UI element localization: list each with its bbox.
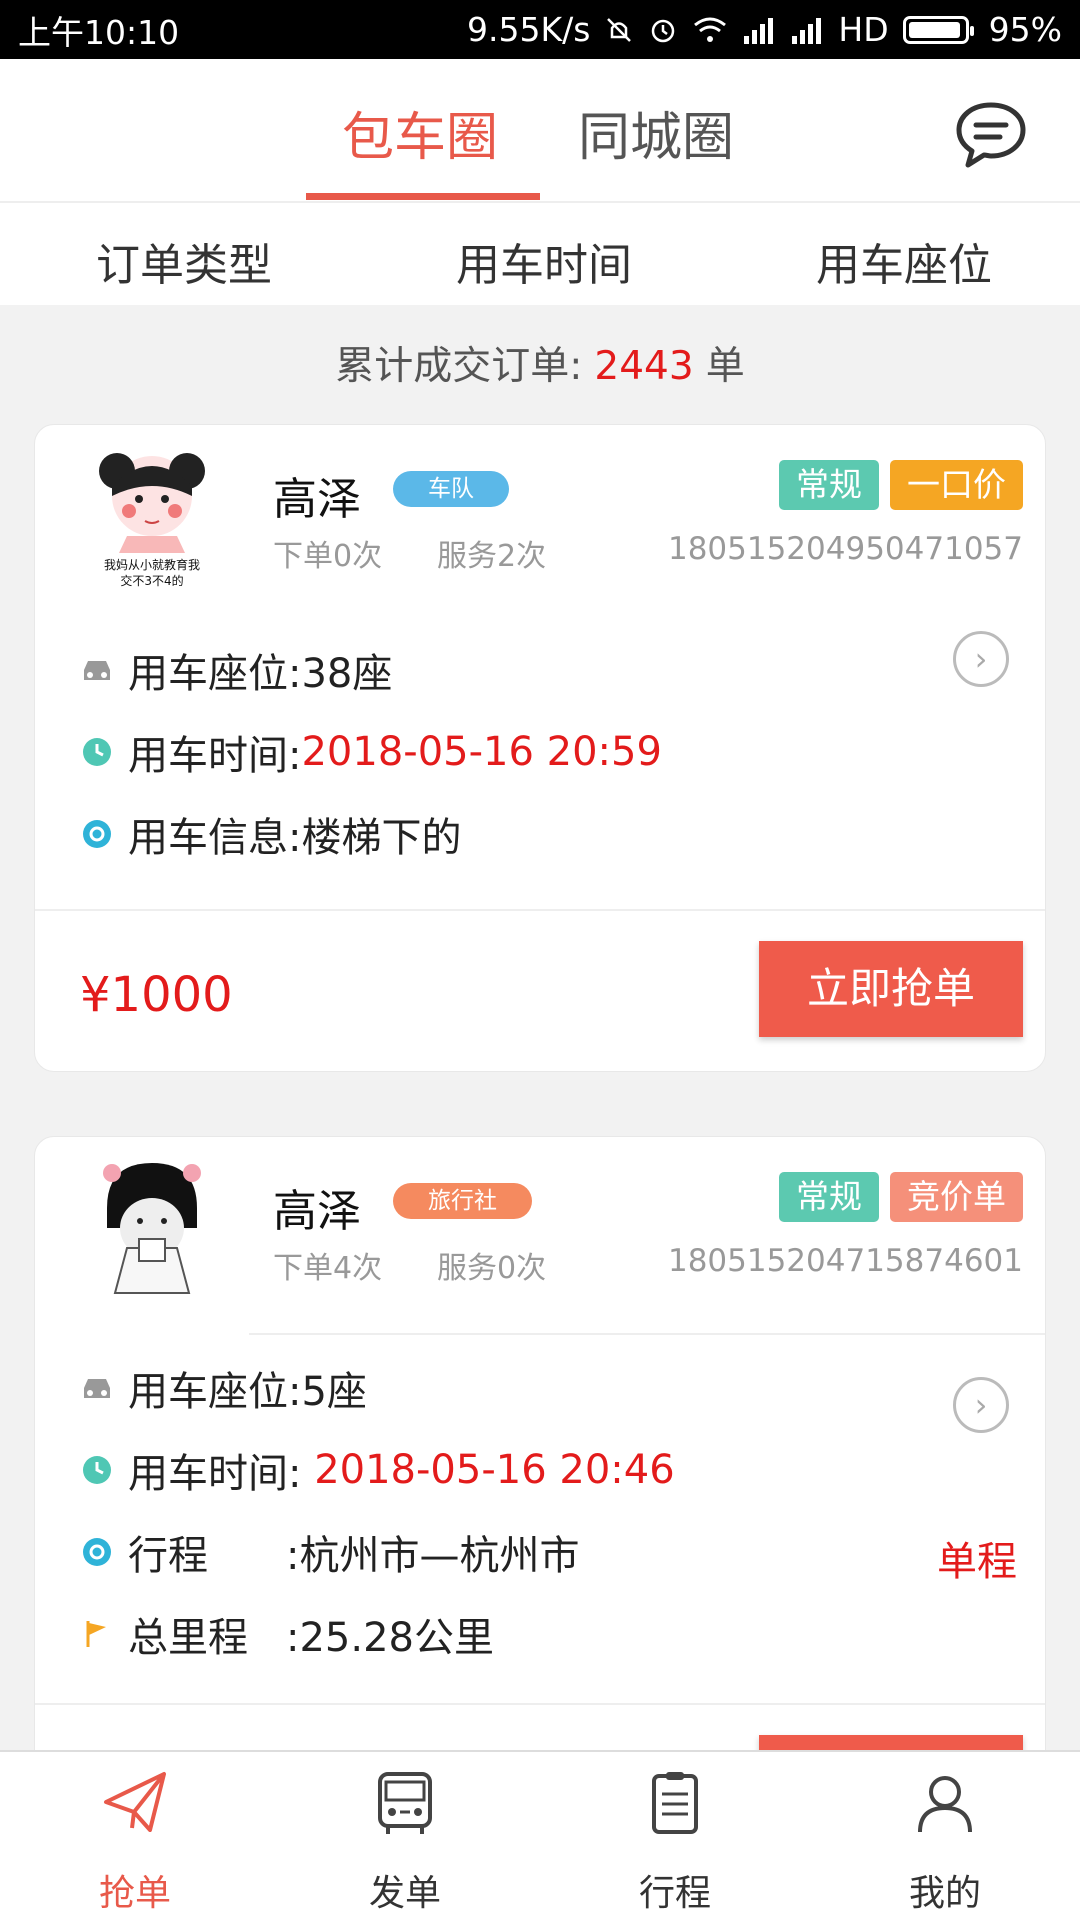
active-tab-underline <box>306 193 540 200</box>
driver-name: 高泽 <box>273 1186 361 1237</box>
distance-info: 总里程 :25.28公里 <box>80 1605 494 1663</box>
time-info: 用车时间: 2018-05-16 20:59 <box>80 723 662 781</box>
service-count: 服务2次 <box>437 539 547 574</box>
nav-label: 行程 <box>638 1873 711 1914</box>
order-number: 180515204950471057 <box>667 531 1023 567</box>
flag-icon <box>80 1617 114 1651</box>
battery-icon <box>902 15 974 44</box>
clock-icon <box>80 1453 114 1487</box>
nav-post-order[interactable]: 发单 <box>270 1752 540 1920</box>
route-info: 行程 :杭州市—杭州市 <box>80 1523 579 1581</box>
grab-order-button[interactable]: 立即抢单 <box>759 941 1023 1037</box>
summary-count: 2443 <box>594 344 694 389</box>
chevron-right-icon[interactable]: › <box>953 631 1009 687</box>
regular-badge: 常规 <box>779 1172 879 1222</box>
car-icon <box>80 653 114 687</box>
seat-value: 5座 <box>301 1369 367 1415</box>
signal-icon <box>744 17 774 44</box>
filter-bar: 订单类型 用车时间 用车座位 <box>0 203 1080 305</box>
driver-name: 高泽 <box>273 474 361 525</box>
nav-itinerary[interactable]: 行程 <box>540 1752 810 1920</box>
time-label: 用车时间: <box>128 1451 302 1497</box>
nav-profile[interactable]: 我的 <box>810 1752 1080 1920</box>
seat-info: 用车座位: 5座 <box>80 1359 367 1417</box>
bottom-nav: 抢单 发单 行程 我的 <box>0 1750 1080 1920</box>
seat-label: 用车座位: <box>128 1369 302 1415</box>
time-value: 2018-05-16 20:59 <box>301 729 662 775</box>
seat-info: 用车座位: 38座 <box>80 641 392 699</box>
card-divider <box>35 909 1045 911</box>
distance-value: :25.28公里 <box>286 1615 494 1661</box>
deal-summary: 累计成交订单: 2443 单 <box>0 335 1080 391</box>
org-type-tag: 旅行社 <box>393 1183 532 1219</box>
header-divider <box>249 1333 1045 1335</box>
filter-order-type[interactable]: 订单类型 <box>96 229 272 293</box>
clipboard-icon <box>652 1772 698 1834</box>
order-card[interactable]: 我妈从小就教育我 交不3不4的 高泽 车队 下单0次 服务2次 常规 一口价 1… <box>34 424 1046 1072</box>
top-nav: 包车圈 同城圈 <box>0 59 1080 203</box>
org-type-tag: 车队 <box>393 471 509 507</box>
trip-type: 单程 <box>937 1539 1017 1585</box>
nav-grab-order[interactable]: 抢单 <box>0 1752 270 1920</box>
summary-label: 累计成交订单: <box>335 344 583 389</box>
route-label: 行程 <box>128 1533 208 1579</box>
order-count: 下单0次 <box>273 539 383 574</box>
bidding-badge: 竞价单 <box>890 1172 1023 1222</box>
network-speed: 9.55K/s <box>466 10 591 49</box>
bus-icon <box>378 1772 432 1834</box>
paper-plane-icon <box>104 1772 166 1832</box>
car-icon <box>80 1371 114 1405</box>
info-icon <box>80 817 114 851</box>
clock-icon <box>80 735 114 769</box>
tab-charter-circle[interactable]: 包车圈 <box>342 95 498 170</box>
card-divider <box>35 1703 1045 1705</box>
message-bubble-icon[interactable] <box>954 99 1028 171</box>
filter-use-time[interactable]: 用车时间 <box>456 229 632 293</box>
wifi-icon <box>694 17 727 42</box>
battery-percent: 95% <box>988 10 1062 49</box>
battery-fill <box>908 21 960 38</box>
person-icon <box>918 1776 972 1833</box>
time-info: 用车时间: 2018-05-16 20:46 <box>80 1441 675 1499</box>
order-number: 180515204715874601 <box>667 1243 1023 1279</box>
fixed-price-badge: 一口价 <box>890 460 1023 510</box>
signal-icon-2 <box>792 17 822 44</box>
avatar <box>103 1163 201 1294</box>
status-time: 上午10:10 <box>18 12 180 52</box>
order-count: 下单4次 <box>273 1251 383 1286</box>
nav-label: 抢单 <box>98 1873 171 1914</box>
seat-label: 用车座位: <box>128 651 302 697</box>
nav-label: 我的 <box>908 1873 981 1914</box>
route-value: :杭州市—杭州市 <box>286 1533 580 1579</box>
chevron-right-icon[interactable]: › <box>953 1377 1009 1433</box>
tab-city-circle[interactable]: 同城圈 <box>578 95 734 170</box>
distance-label: 总里程 <box>128 1615 248 1661</box>
alarm-icon <box>652 19 675 42</box>
filter-seats[interactable]: 用车座位 <box>816 229 992 293</box>
order-price: ¥1000 <box>80 967 233 1023</box>
info-value: 楼梯下的 <box>301 815 462 861</box>
summary-unit: 单 <box>705 344 745 389</box>
status-right: 9.55K/s HD 95% <box>467 10 1062 49</box>
regular-badge: 常规 <box>779 460 879 510</box>
order-card[interactable]: 高泽 旅行社 下单4次 服务0次 常规 竞价单 1805152047158746… <box>34 1136 1046 1816</box>
service-count: 服务0次 <box>437 1251 547 1286</box>
seat-value: 38座 <box>301 651 393 697</box>
time-value: 2018-05-16 20:46 <box>301 1447 675 1493</box>
network-type: HD <box>838 10 889 49</box>
mute-icon <box>607 17 632 42</box>
route-icon <box>80 1535 114 1569</box>
avatar-caption-2: 交不3不4的 <box>120 573 183 588</box>
time-label: 用车时间: <box>128 733 302 779</box>
extra-info: 用车信息: 楼梯下的 <box>80 805 461 863</box>
avatar: 我妈从小就教育我 交不3不4的 <box>99 453 205 588</box>
nav-label: 发单 <box>368 1873 441 1914</box>
avatar-caption-1: 我妈从小就教育我 <box>104 557 200 572</box>
status-bar: 上午10:10 9.55K/s HD 95% <box>0 0 1080 59</box>
info-label: 用车信息: <box>128 815 302 861</box>
